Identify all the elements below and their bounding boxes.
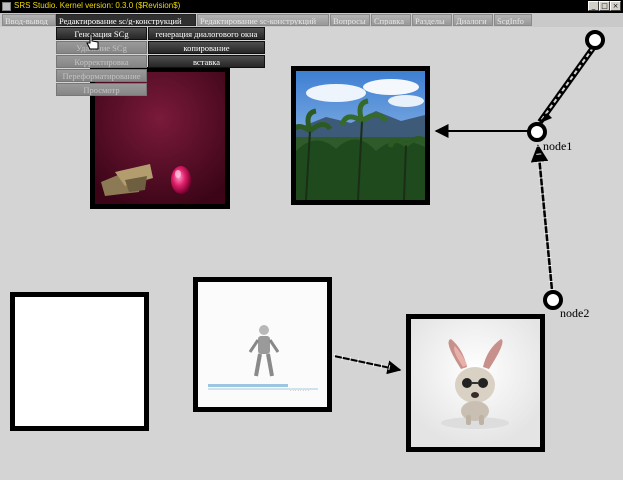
submenu-item-dialog-generation[interactable]: генерация диалогового окна [148, 27, 265, 40]
arc-robot-to-dog[interactable] [333, 353, 402, 375]
node2-label: node2 [560, 306, 590, 320]
dropdown-item-correction[interactable]: Корректировка [56, 55, 147, 68]
submenu-item-copy[interactable]: копирование [148, 41, 265, 54]
arc-top-to-node1[interactable] [537, 46, 596, 124]
node-top[interactable] [585, 30, 605, 50]
dropdown-item-reformat[interactable]: Переформатирование [56, 69, 147, 82]
mouse-cursor-icon [86, 33, 99, 50]
arc-node2-to-node1[interactable] [530, 144, 555, 291]
node1-label: node1 [543, 139, 573, 153]
dropdown-item-view[interactable]: Просмотр [56, 83, 147, 96]
dropdown-item-delete-scg[interactable]: Удаление SCg [56, 41, 147, 54]
dropdown-item-generate-scg[interactable]: Генерация SCg [56, 27, 147, 40]
submenu-item-paste[interactable]: вставка [148, 55, 265, 68]
